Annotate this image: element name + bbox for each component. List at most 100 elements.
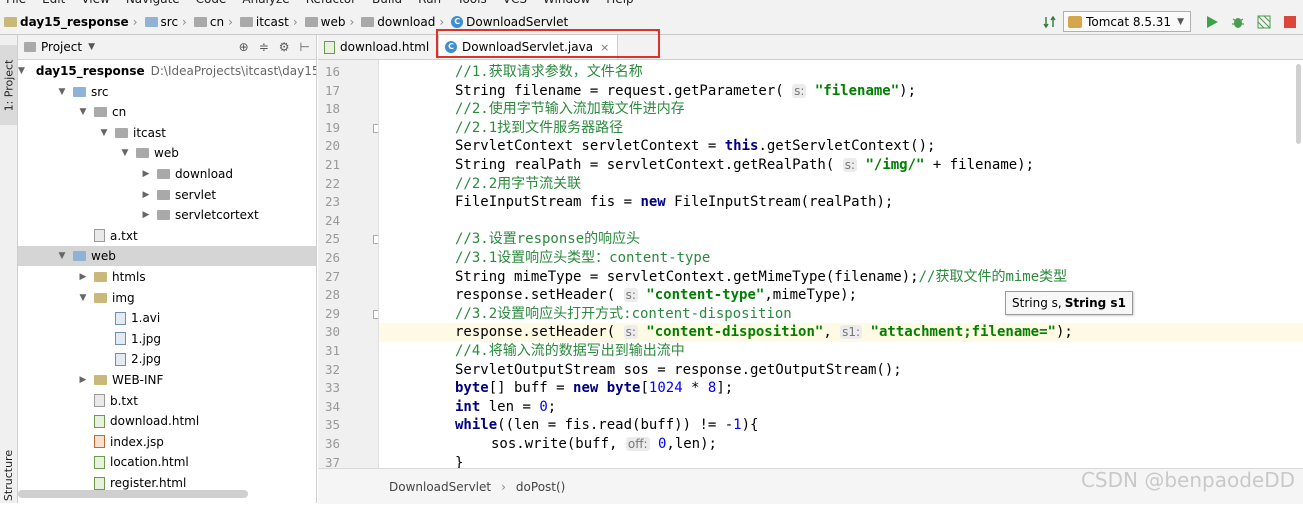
collapse-arrow-icon[interactable]: ▶	[141, 190, 151, 200]
package-icon	[304, 16, 318, 27]
expand-arrow-icon[interactable]: ▼	[120, 148, 130, 158]
breadcrumb-separator-icon: ›	[132, 14, 138, 29]
tab-download-html[interactable]: download.html	[318, 35, 436, 59]
jsp-file-icon	[94, 435, 105, 449]
expand-arrow-icon[interactable]: ▼	[18, 66, 25, 76]
expand-arrow-icon[interactable]: ▼	[78, 293, 88, 303]
project-view-selector[interactable]: Project ▼	[24, 40, 95, 54]
expand-arrow-icon[interactable]: ▼	[57, 87, 67, 97]
parameter-hint: s:	[792, 83, 807, 98]
breadcrumb-item[interactable]: src ›	[144, 15, 190, 29]
parameter-hint: s:	[623, 288, 638, 303]
run-button[interactable]	[1204, 14, 1220, 30]
tree-item[interactable]: ▶ WEB-INF	[18, 370, 316, 390]
tree-item[interactable]: 1.avi	[18, 308, 316, 328]
folder-icon	[115, 127, 128, 138]
tree-item[interactable]: 2.jpg	[18, 349, 316, 369]
menu-item[interactable]: View	[81, 0, 109, 6]
tab-label: download.html	[340, 40, 430, 54]
menu-item[interactable]: Refactor	[306, 0, 356, 6]
project-tool-tab[interactable]: 1: Project	[0, 45, 17, 125]
code-line: sos.write(buff, off: 0,len);	[379, 435, 1303, 454]
tree-item[interactable]: location.html	[18, 452, 316, 472]
tree-item[interactable]: index.jsp	[18, 432, 316, 452]
sort-icon[interactable]	[1042, 14, 1058, 30]
menu-item[interactable]: Analyze	[242, 0, 289, 6]
code-line: //2.1找到文件服务器路径	[379, 119, 1303, 138]
parameter-info-tooltip: String s, String s1	[1005, 291, 1133, 315]
menu-item[interactable]: Navigate	[126, 0, 180, 6]
tree-item[interactable]: ▼ cn	[18, 102, 316, 122]
run-config-select[interactable]: Tomcat 8.5.31 ▼	[1063, 11, 1191, 32]
menu-item[interactable]: VCS	[503, 0, 527, 6]
breadcrumb-method[interactable]: doPost()	[516, 480, 565, 494]
code-text: String filename = request.getParameter(	[455, 82, 793, 99]
expand-arrow-icon[interactable]: ▼	[99, 128, 109, 138]
collapse-arrow-icon[interactable]: ▶	[141, 210, 151, 220]
locate-icon[interactable]: ⊕	[239, 40, 249, 54]
coverage-button[interactable]	[1256, 14, 1272, 30]
breadcrumb-item[interactable]: day15_response ›	[4, 15, 141, 29]
tree-item[interactable]: ▶ servlet	[18, 185, 316, 205]
code-text: ,len);	[666, 436, 717, 452]
menu-item[interactable]: Run	[418, 0, 441, 6]
breadcrumb-item[interactable]: download ›	[361, 15, 447, 29]
img-file-icon	[115, 311, 126, 325]
file-file-icon	[94, 229, 105, 243]
breadcrumb-item[interactable]: C DownloadServlet	[451, 15, 568, 29]
gear-icon[interactable]: ⚙	[279, 40, 290, 54]
expand-arrow-icon[interactable]: ▼	[57, 251, 67, 261]
tree-item[interactable]: ▶ download	[18, 164, 316, 184]
structure-tool-tab[interactable]: Structure	[0, 445, 17, 505]
folder-icon	[144, 16, 158, 27]
breadcrumb-item[interactable]: cn ›	[193, 14, 236, 29]
breadcrumb-item[interactable]: web ›	[304, 15, 358, 29]
code-text: String mimeType = servletContext.getMime…	[455, 268, 919, 285]
tree-item[interactable]: ▼ web	[18, 143, 316, 163]
breadcrumb-item[interactable]: itcast ›	[239, 15, 301, 29]
code-line: String filename = request.getParameter( …	[379, 82, 1303, 101]
tree-item-label: register.html	[110, 476, 187, 490]
code-text: );	[899, 82, 917, 99]
hide-icon[interactable]: ⊢	[300, 40, 310, 54]
tree-item[interactable]: ▶ htmls	[18, 267, 316, 287]
tree-item[interactable]: ▼ itcast	[18, 123, 316, 143]
tree-item[interactable]: ▶ servletcortext	[18, 205, 316, 225]
horizontal-scrollbar[interactable]	[18, 490, 248, 498]
collapse-arrow-icon[interactable]: ▶	[141, 169, 151, 179]
tree-item[interactable]: ▼ src	[18, 82, 316, 102]
tree-item[interactable]: ▼ web	[18, 246, 316, 267]
menu-item[interactable]: Window	[543, 0, 590, 6]
collapse-arrow-icon[interactable]: ▶	[78, 272, 88, 282]
expand-arrow-icon[interactable]: ▼	[78, 107, 88, 117]
code-comment: //3.2设置响应头打开方式:content-disposition	[455, 305, 792, 322]
line-number: 27	[324, 268, 340, 284]
debug-button[interactable]	[1230, 14, 1246, 30]
breadcrumb-class[interactable]: DownloadServlet	[389, 480, 491, 494]
code-line: ServletContext servletContext = this.get…	[379, 137, 1303, 156]
collapse-all-icon[interactable]: ≑	[259, 40, 269, 54]
menu-item[interactable]: Code	[196, 0, 227, 6]
tree-item[interactable]: b.txt	[18, 391, 316, 411]
menu-item[interactable]: Build	[372, 0, 402, 6]
tree-item[interactable]: ▼ img	[18, 288, 316, 308]
menu-item[interactable]: File	[6, 0, 26, 6]
tree-item[interactable]: a.txt	[18, 226, 316, 246]
line-number: 33	[324, 380, 340, 396]
tree-item[interactable]: download.html	[18, 411, 316, 431]
vertical-scrollbar[interactable]	[1296, 64, 1301, 144]
code-line: ServletOutputStream sos = response.getOu…	[379, 361, 1303, 380]
code-editor[interactable]: //1.获取请求参数，文件名称 String filename = request…	[379, 60, 1303, 468]
tree-item[interactable]: 1.jpg	[18, 329, 316, 349]
stop-button[interactable]	[1282, 14, 1298, 30]
line-number: 23	[324, 194, 340, 210]
menu-item[interactable]: Help	[606, 0, 633, 6]
line-number: 28	[324, 287, 340, 303]
tree-item[interactable]: ▼ day15_response D:\IdeaProjects\itcast\da…	[18, 61, 316, 81]
menu-item[interactable]: Edit	[42, 0, 65, 6]
menu-item[interactable]: Tools	[457, 0, 487, 6]
breadcrumb-separator-icon: ›	[228, 14, 233, 29]
collapse-arrow-icon[interactable]: ▶	[78, 375, 88, 385]
project-panel-title: Project	[41, 40, 83, 54]
